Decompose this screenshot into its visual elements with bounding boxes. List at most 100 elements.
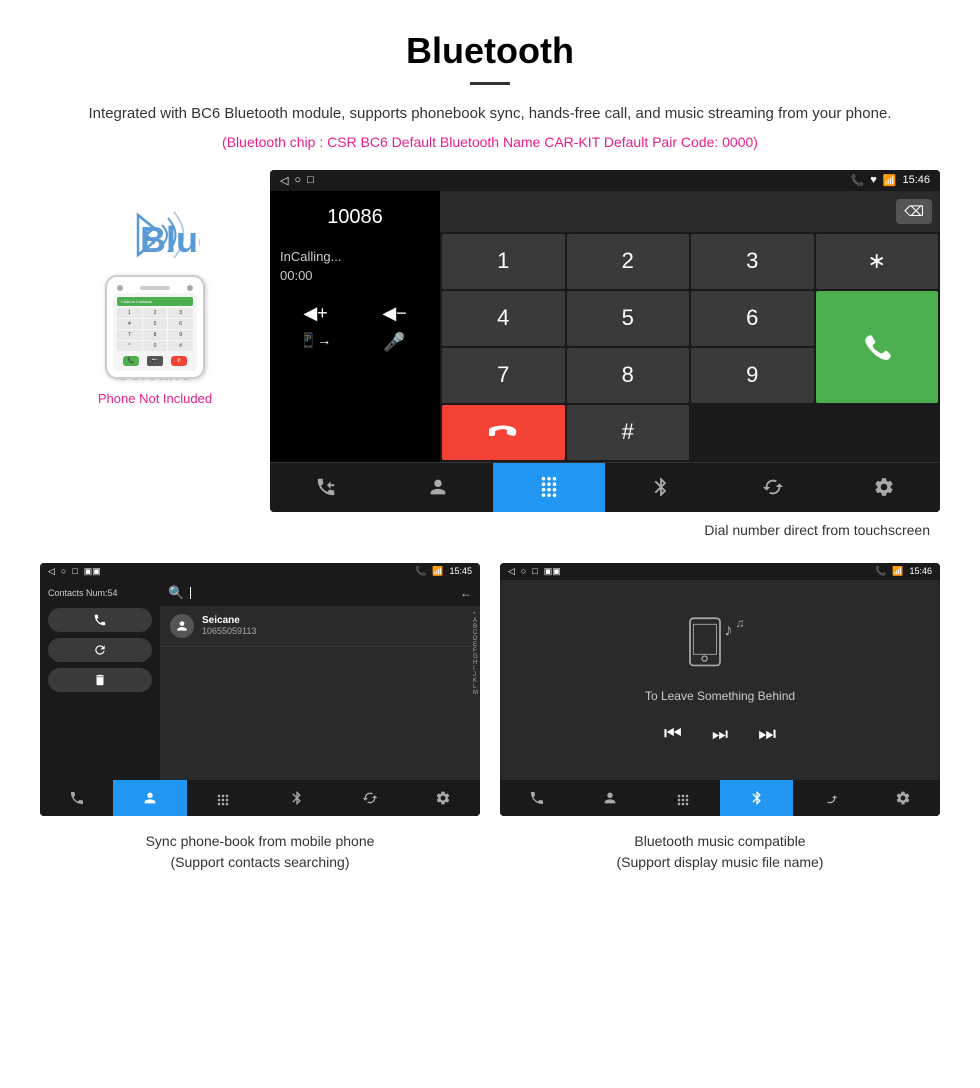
phone-key-1[interactable]: 1	[117, 308, 142, 318]
phone-key-0[interactable]: 0	[143, 341, 168, 351]
nav-settings[interactable]	[828, 462, 940, 512]
phone-key-5[interactable]: 5	[143, 319, 168, 329]
key-star[interactable]: ∗	[816, 234, 939, 289]
music-nav-bluetooth[interactable]	[720, 780, 793, 816]
key-6[interactable]: 6	[691, 291, 814, 346]
backspace-button[interactable]: ⌫	[896, 199, 932, 224]
nav-bluetooth[interactable]	[605, 462, 717, 512]
contacts-search-icon: 🔍	[168, 585, 184, 601]
phone-camera-btn[interactable]: 📷	[147, 356, 163, 366]
call-icon	[862, 332, 892, 362]
contact-info: Seicane 10655059113	[202, 615, 256, 636]
music-nav-phone[interactable]	[500, 780, 573, 816]
key-9[interactable]: 9	[691, 348, 814, 403]
phone-key-4[interactable]: 4	[117, 319, 142, 329]
bottom-captions: Sync phone-book from mobile phone(Suppor…	[40, 831, 940, 873]
contacts-status-left: ◁ ○ □ ▣▣	[48, 566, 101, 577]
nav-contacts[interactable]	[382, 462, 494, 512]
next-track-button[interactable]: ⏭	[758, 723, 776, 746]
phone-key-6[interactable]: 6	[168, 319, 193, 329]
volume-up-icon[interactable]: ◀+	[280, 303, 351, 324]
phone-camera	[117, 285, 123, 291]
nav-dialpad[interactable]	[493, 462, 605, 512]
music-nav-dialpad[interactable]	[647, 780, 720, 816]
call-contact-btn[interactable]	[48, 608, 152, 632]
delete-contact-btn[interactable]	[48, 668, 152, 692]
key-5[interactable]: 5	[567, 291, 690, 346]
phone-key-3[interactable]: 3	[168, 308, 193, 318]
contacts-left-panel: Contacts Num:54	[40, 580, 160, 780]
mini-nav-bluetooth[interactable]	[260, 780, 333, 816]
nav-phone-exit[interactable]	[717, 462, 829, 512]
transfer-call-icon[interactable]: 📱→	[280, 332, 351, 353]
contact-name: Seicane	[202, 615, 256, 626]
refresh-contact-btn[interactable]	[48, 638, 152, 662]
music-icon-area: ♪ ♫	[685, 614, 755, 674]
key-3[interactable]: 3	[691, 234, 814, 289]
contacts-time: 15:45	[449, 566, 472, 576]
phone-key-star[interactable]: *	[117, 341, 142, 351]
end-call-button[interactable]	[442, 405, 565, 460]
mini-nav-dialpad[interactable]	[187, 780, 260, 816]
music-status-left: ◁ ○ □ ▣▣	[508, 566, 561, 577]
next-track-middle-button[interactable]: ⏭	[712, 724, 728, 745]
music-exit-nav-icon	[822, 790, 838, 806]
phone-status-icon: 📞	[851, 174, 865, 187]
music-nav-settings[interactable]	[867, 780, 940, 816]
microphone-icon[interactable]: 🎤	[359, 332, 430, 353]
mini-dialpad-icon	[215, 790, 231, 806]
phone-top-bar	[113, 283, 197, 293]
music-nav-contacts[interactable]	[573, 780, 646, 816]
bottom-nav	[270, 462, 940, 512]
mini-nav-contacts[interactable]	[113, 780, 186, 816]
contacts-phone-icon: 📞	[415, 566, 426, 577]
mini-nav-settings[interactable]	[407, 780, 480, 816]
status-right-icons: 📞 ♥ 📶 15:46	[851, 174, 930, 187]
time-display: 15:46	[902, 174, 930, 186]
settings-icon	[873, 476, 895, 498]
key-4[interactable]: 4	[442, 291, 565, 346]
music-screen: ◁ ○ □ ▣▣ 📞 📶 15:46	[500, 563, 940, 816]
music-notif-icon: ▣▣	[544, 566, 561, 577]
phone-call-btn[interactable]: 📞	[123, 356, 139, 366]
key-1[interactable]: 1	[442, 234, 565, 289]
key-2[interactable]: 2	[567, 234, 690, 289]
prev-track-button[interactable]: ⏮	[664, 723, 682, 746]
phone-screen: + Add to Contacts 1 2 3 4 5 6 7 8 9 * 0	[113, 293, 197, 371]
music-nav-exit[interactable]	[793, 780, 866, 816]
phone-key-9[interactable]: 9	[168, 330, 193, 340]
delete-icon	[93, 673, 107, 687]
contacts-notif-icon: ▣▣	[84, 566, 101, 577]
music-signal-icon: 📶	[892, 566, 903, 577]
music-dialpad-nav-icon	[675, 790, 691, 806]
call-controls: ◀+ ◀− 📱→ 🎤	[280, 303, 430, 353]
header-description: Integrated with BC6 Bluetooth module, su…	[40, 103, 940, 126]
phone-key-2[interactable]: 2	[143, 308, 168, 318]
mini-nav-phone-exit[interactable]	[333, 780, 406, 816]
contacts-screen: ◁ ○ □ ▣▣ 📞 📶 15:45 Contacts Num:	[40, 563, 480, 816]
phone-key-7[interactable]: 7	[117, 330, 142, 340]
status-bar: ◁ ○ □ 📞 ♥ 📶 15:46	[270, 170, 940, 191]
contacts-recent-icon: □	[72, 566, 77, 576]
title-divider	[470, 82, 510, 85]
recents-icon: □	[307, 174, 314, 186]
nav-phone-transfer[interactable]	[270, 462, 382, 512]
header-specs: (Bluetooth chip : CSR BC6 Default Blueto…	[40, 134, 940, 150]
music-song-title: To Leave Something Behind	[645, 689, 795, 703]
music-time: 15:46	[909, 566, 932, 576]
phone-key-hash[interactable]: #	[168, 341, 193, 351]
mini-nav-phone[interactable]	[40, 780, 113, 816]
contacts-signal-icon: 📶	[432, 566, 443, 577]
phone-end-btn[interactable]: ✆	[171, 356, 187, 366]
search-back-arrow[interactable]: ←	[460, 586, 472, 600]
volume-down-icon[interactable]: ◀−	[359, 303, 430, 324]
contact-entry[interactable]: Seicane 10655059113	[160, 606, 480, 647]
key-8[interactable]: 8	[567, 348, 690, 403]
dialpad-icon	[538, 476, 560, 498]
key-7[interactable]: 7	[442, 348, 565, 403]
contacts-back-icon: ◁	[48, 566, 55, 577]
key-hash[interactable]: #	[567, 405, 690, 460]
dialpad-grid: 1 2 3 ∗ 4 5 6 7 8 9	[440, 232, 940, 462]
call-button[interactable]	[816, 291, 939, 403]
phone-key-8[interactable]: 8	[143, 330, 168, 340]
